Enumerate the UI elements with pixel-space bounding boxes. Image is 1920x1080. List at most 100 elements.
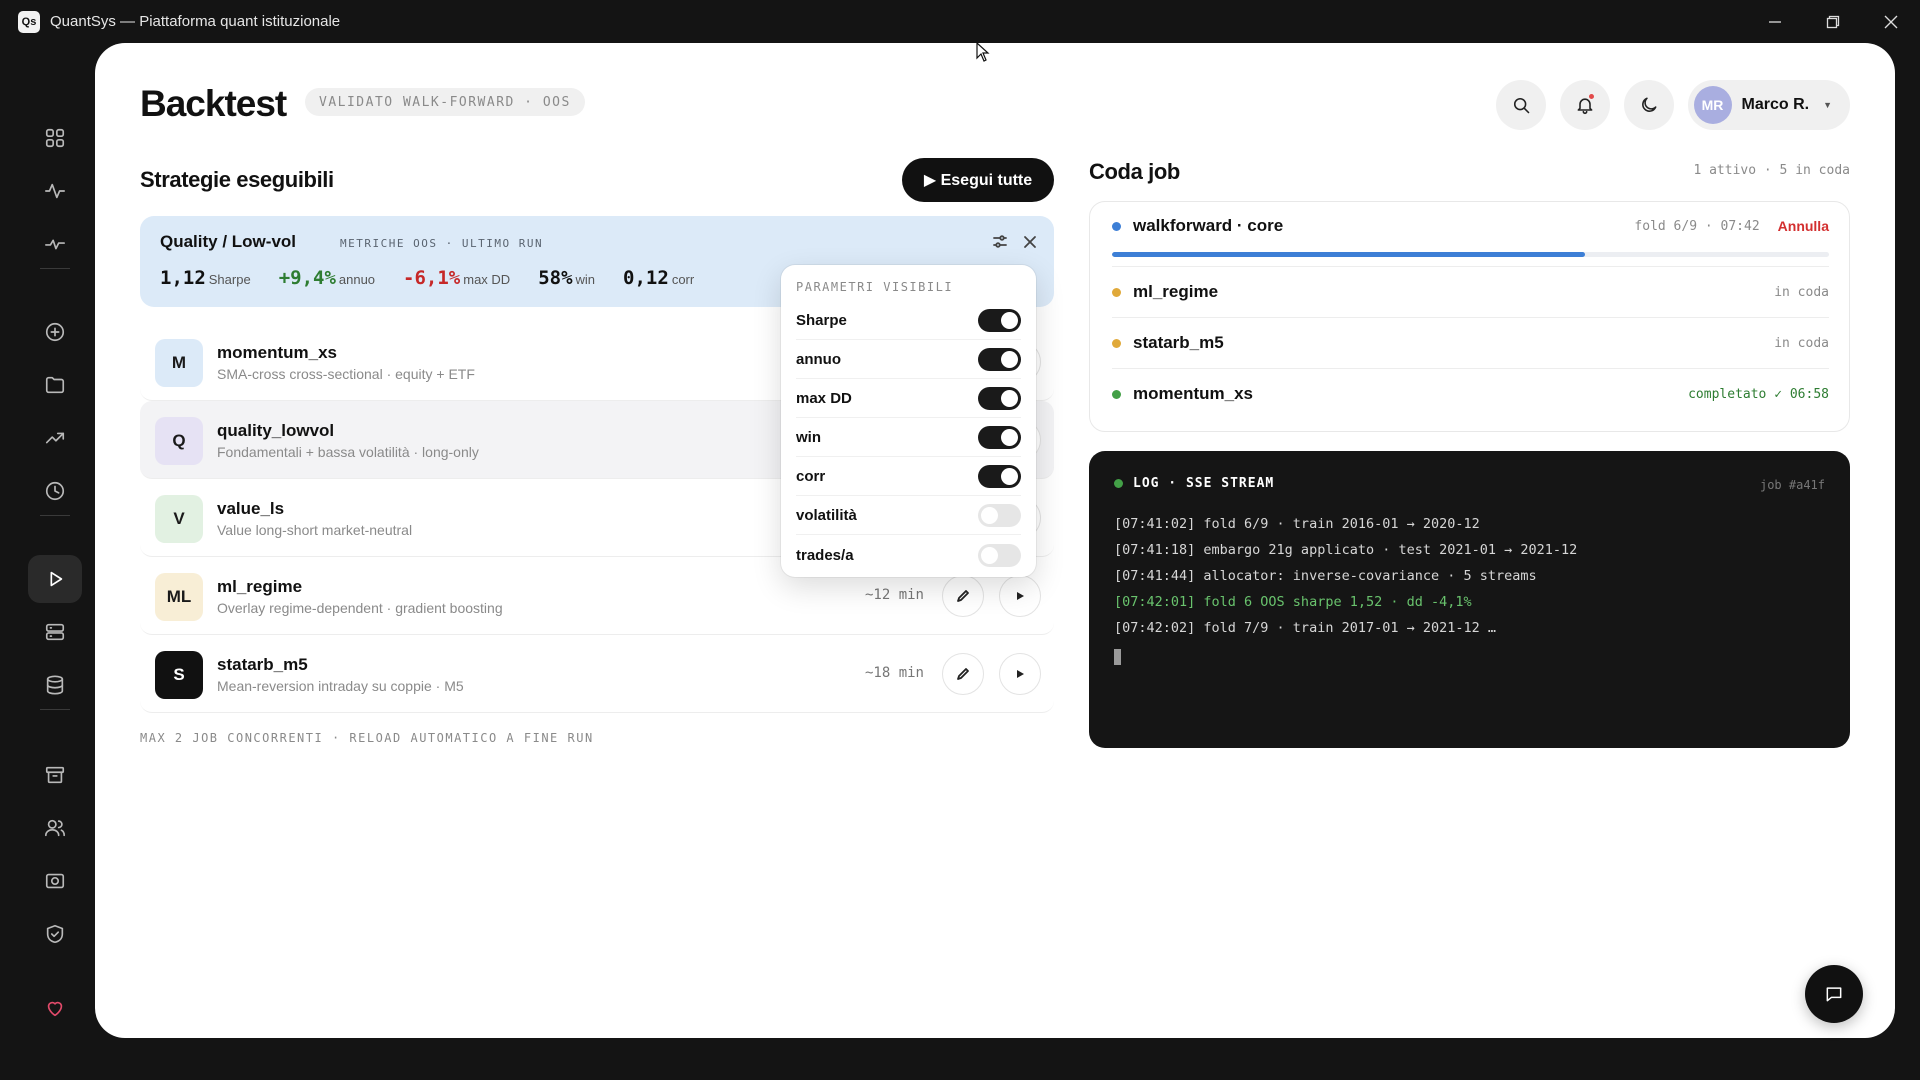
- minimize-button[interactable]: [1746, 0, 1804, 43]
- param-toggle[interactable]: [978, 387, 1021, 410]
- mouse-cursor-icon: [976, 42, 990, 62]
- nav-security[interactable]: [28, 910, 82, 958]
- job-status: fold 6/9 · 07:42: [1634, 218, 1760, 234]
- stat-label: max DD: [463, 272, 511, 287]
- run-all-button[interactable]: ▶ Esegui tutte: [902, 158, 1054, 202]
- close-icon: [1884, 15, 1898, 28]
- nav-folders[interactable]: [28, 361, 82, 409]
- popover-title: PARAMETRI VISIBILI: [796, 280, 954, 294]
- folder-icon: [45, 376, 65, 394]
- param-label: Sharpe: [796, 312, 847, 329]
- edit-strategy-button[interactable]: [942, 653, 984, 695]
- nav-trends[interactable]: [28, 414, 82, 462]
- stat-label: win: [575, 272, 596, 287]
- summary-stats: 1,12 Sharpe +9,4% annuo -6,1% max DD 58% win 0,1…: [160, 267, 694, 289]
- user-menu[interactable]: MR Marco R. ▼: [1687, 80, 1850, 130]
- window-controls: [1746, 0, 1920, 43]
- filter-settings-button[interactable]: [992, 234, 1008, 255]
- edit-strategy-button[interactable]: [942, 575, 984, 617]
- strategy-description: SMA-cross cross-sectional · equity + ETF: [217, 366, 475, 382]
- strategy-badge: Q: [155, 417, 203, 465]
- theme-toggle-button[interactable]: [1623, 80, 1674, 130]
- server-icon: [45, 623, 65, 641]
- nav-database[interactable]: [28, 661, 82, 709]
- param-row: corr: [796, 458, 1021, 496]
- nav-servers[interactable]: [28, 608, 82, 656]
- moon-icon: [1641, 97, 1656, 112]
- live-dot: [1114, 479, 1123, 488]
- summary-stat: 58% win: [538, 267, 595, 289]
- clock-icon: [45, 481, 65, 501]
- job-divider: [1112, 266, 1829, 267]
- window-titlebar: Qs QuantSys — Piattaforma quant istituzi…: [0, 0, 1920, 43]
- close-summary-button[interactable]: [1022, 234, 1038, 255]
- cancel-job-button[interactable]: Annulla: [1778, 218, 1829, 234]
- visible-params-popover: PARAMETRI VISIBILI Sharpe annuo max DD win c…: [781, 265, 1036, 577]
- chevron-down-icon: ▼: [1823, 100, 1832, 110]
- search-button[interactable]: [1495, 80, 1546, 130]
- trending-up-icon: [45, 432, 65, 444]
- nav-pulse[interactable]: [28, 220, 82, 268]
- top-actions: MR Marco R. ▼: [1495, 80, 1850, 130]
- param-toggle[interactable]: [978, 309, 1021, 332]
- job-name: statarb_m5: [1133, 333, 1224, 352]
- run-strategy-button[interactable]: [999, 575, 1041, 617]
- stat-label: annuo: [338, 272, 376, 287]
- strategy-eta: ~12 min: [864, 587, 924, 603]
- stat-value: +9,4%: [278, 267, 336, 289]
- param-toggle[interactable]: [978, 504, 1021, 527]
- stat-value: 58%: [538, 267, 573, 289]
- param-toggle[interactable]: [978, 543, 1021, 567]
- nav-rail: [0, 43, 95, 1080]
- nav-new[interactable]: [28, 308, 82, 356]
- summary-stat: -6,1% max DD: [403, 267, 510, 289]
- job-progress-bar: [1112, 252, 1829, 257]
- main-panel: Backtest VALIDATO WALK-FORWARD · OOS MR …: [95, 43, 1895, 1038]
- job-status: in coda: [1774, 284, 1829, 300]
- param-toggle[interactable]: [978, 348, 1021, 371]
- concurrency-note: MAX 2 JOB CONCORRENTI · RELOAD AUTOMATIC…: [140, 731, 594, 745]
- strategy-eta: ~18 min: [864, 665, 924, 681]
- nav-monitor[interactable]: [28, 857, 82, 905]
- summary-stat: 0,12 corr: [623, 267, 694, 289]
- nav-backtest[interactable]: [28, 555, 82, 603]
- minimize-icon: [1769, 20, 1781, 23]
- nav-dashboard[interactable]: [28, 114, 82, 162]
- strategy-row[interactable]: Sstatarb_m5 Mean-reversion intraday su co…: [140, 635, 1054, 713]
- close-window-button[interactable]: [1862, 0, 1920, 43]
- param-label: max DD: [796, 390, 852, 407]
- summary-strategy-name: Quality / Low-vol: [160, 232, 297, 251]
- stat-value: 1,12: [160, 267, 206, 289]
- run-strategy-button[interactable]: [999, 653, 1041, 695]
- chat-button[interactable]: [1805, 965, 1863, 1023]
- restore-icon: [1826, 15, 1840, 28]
- close-icon: [1024, 236, 1036, 248]
- grid-icon: [45, 128, 65, 148]
- camera-icon: [45, 873, 65, 889]
- job-name: momentum_xs: [1133, 384, 1253, 403]
- notification-dot: [1587, 93, 1595, 100]
- log-job-id: job #a41f: [1759, 478, 1825, 492]
- log-line: [07:41:18] embargo 21g applicato · test …: [1114, 542, 1578, 558]
- strategies-title: Strategie eseguibili: [140, 167, 334, 192]
- nav-history[interactable]: [28, 467, 82, 515]
- nav-activity[interactable]: [28, 167, 82, 215]
- job-divider: [1112, 317, 1829, 318]
- log-header: LOG · SSE STREAM: [1114, 476, 1274, 491]
- param-toggle[interactable]: [978, 426, 1021, 449]
- pulse-icon: [45, 239, 65, 250]
- restore-button[interactable]: [1804, 0, 1862, 43]
- window-title: QuantSys — Piattaforma quant istituziona…: [50, 13, 341, 30]
- archive-icon: [45, 766, 65, 784]
- nav-team[interactable]: [28, 804, 82, 852]
- param-toggle[interactable]: [978, 465, 1021, 488]
- nav-favorites[interactable]: [28, 984, 82, 1032]
- nav-archive[interactable]: [28, 751, 82, 799]
- strategy-description: Fondamentali + bassa volatilità · long-o…: [217, 444, 479, 460]
- strategy-name: quality_lowvol: [217, 421, 335, 440]
- strategy-badge: S: [155, 651, 203, 699]
- stat-label: Sharpe: [208, 272, 251, 287]
- strategy-name: value_ls: [217, 499, 285, 518]
- param-row: Sharpe: [796, 302, 1021, 340]
- notifications-button[interactable]: [1559, 80, 1610, 130]
